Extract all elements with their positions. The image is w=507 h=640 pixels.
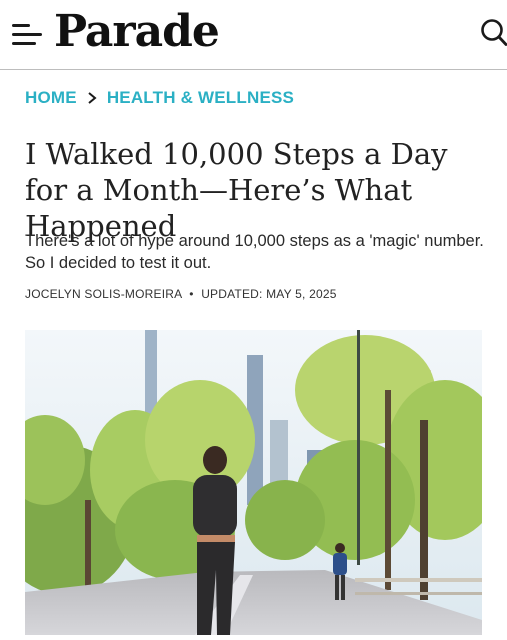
site-header: Parade [0, 0, 507, 70]
breadcrumb: HOME HEALTH & WELLNESS [25, 86, 294, 110]
chevron-right-icon [77, 90, 107, 106]
author-link[interactable]: JOCELYN SOLIS-MOREIRA [25, 287, 182, 301]
breadcrumb-home-link[interactable]: HOME [25, 88, 77, 108]
byline-separator: • [189, 287, 194, 301]
site-logo[interactable]: Parade [54, 6, 220, 57]
article-subtitle: There's a lot of hype around 10,000 step… [25, 232, 484, 272]
article-title: I Walked 10,000 Steps a Day for a Month—… [25, 137, 448, 243]
breadcrumb-section-link[interactable]: HEALTH & WELLNESS [107, 88, 294, 108]
updated-date: UPDATED: MAY 5, 2025 [201, 287, 337, 301]
hero-image [25, 330, 482, 635]
hamburger-menu-icon[interactable] [12, 22, 46, 48]
article-byline: JOCELYN SOLIS-MOREIRA • UPDATED: MAY 5, … [25, 287, 337, 301]
search-icon[interactable] [480, 18, 507, 48]
